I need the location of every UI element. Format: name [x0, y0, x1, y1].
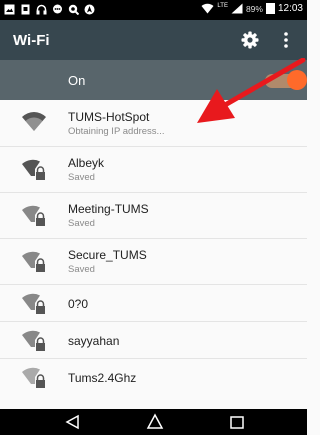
back-icon[interactable] — [64, 413, 82, 431]
gallery-notification-icon — [4, 4, 15, 15]
network-name: sayyahan — [68, 334, 120, 348]
network-name: Meeting-TUMS — [68, 202, 149, 216]
more-vert-icon[interactable] — [282, 31, 290, 49]
network-row-sayyahan[interactable]: sayyahan — [0, 322, 307, 359]
headset-notification-icon — [36, 4, 47, 15]
wifi-lock-icon — [22, 159, 45, 180]
network-name: Tums2.4Ghz — [68, 371, 137, 385]
battery-icon — [265, 3, 275, 14]
status-bar: LTE 89% 12:03 — [0, 0, 307, 20]
wifi-signal-icon — [22, 112, 46, 131]
search-notification-icon — [68, 4, 79, 15]
wifi-master-switch-bar[interactable]: On — [0, 60, 307, 100]
wifi-lock-icon — [22, 251, 45, 272]
navigation-notification-icon — [84, 4, 95, 15]
network-row-tums2-4ghz[interactable]: Tums2.4Ghz — [0, 359, 307, 396]
cell-signal-icon — [231, 3, 243, 14]
wifi-lock-icon — [22, 205, 45, 226]
wifi-lock-icon — [22, 330, 45, 351]
notification-icons — [4, 4, 95, 15]
network-list: TUMS-HotSpot Obtaining IP address... Alb… — [0, 100, 307, 396]
wifi-lock-icon — [22, 367, 45, 388]
network-name: 0?0 — [68, 297, 89, 311]
app-bar: Wi-Fi — [0, 20, 307, 60]
network-status: Saved — [68, 218, 95, 229]
network-status: Saved — [68, 264, 95, 275]
network-row-albeyk[interactable]: Albeyk Saved — [0, 147, 307, 193]
network-status: Saved — [68, 172, 95, 183]
network-row-0-0[interactable]: 0?0 — [0, 285, 307, 322]
network-name: Secure_TUMS — [68, 248, 147, 262]
network-row-secure-tums[interactable]: Secure_TUMS Saved — [0, 239, 307, 285]
navigation-bar — [0, 409, 307, 435]
gear-icon[interactable] — [240, 30, 260, 50]
clock: 12:03 — [277, 3, 303, 14]
sim-notification-icon — [21, 4, 30, 15]
switch-label: On — [68, 73, 86, 88]
wifi-status-icon — [201, 3, 214, 14]
network-name: TUMS-HotSpot — [68, 110, 150, 124]
network-status: Obtaining IP address... — [68, 126, 165, 137]
network-name: Albeyk — [68, 156, 105, 170]
wifi-lock-icon — [22, 293, 45, 314]
network-type-label: LTE — [217, 2, 228, 9]
system-icons: LTE 89% 12:03 — [201, 3, 303, 14]
page-title: Wi-Fi — [13, 32, 50, 49]
network-row-meeting-tums[interactable]: Meeting-TUMS Saved — [0, 193, 307, 239]
wifi-toggle-thumb[interactable] — [287, 70, 307, 90]
network-row-tums-hotspot[interactable]: TUMS-HotSpot Obtaining IP address... — [0, 100, 307, 147]
recents-icon[interactable] — [228, 413, 246, 431]
battery-percent: 89% — [245, 3, 263, 14]
home-icon[interactable] — [146, 413, 164, 431]
chat-notification-icon — [53, 4, 62, 14]
